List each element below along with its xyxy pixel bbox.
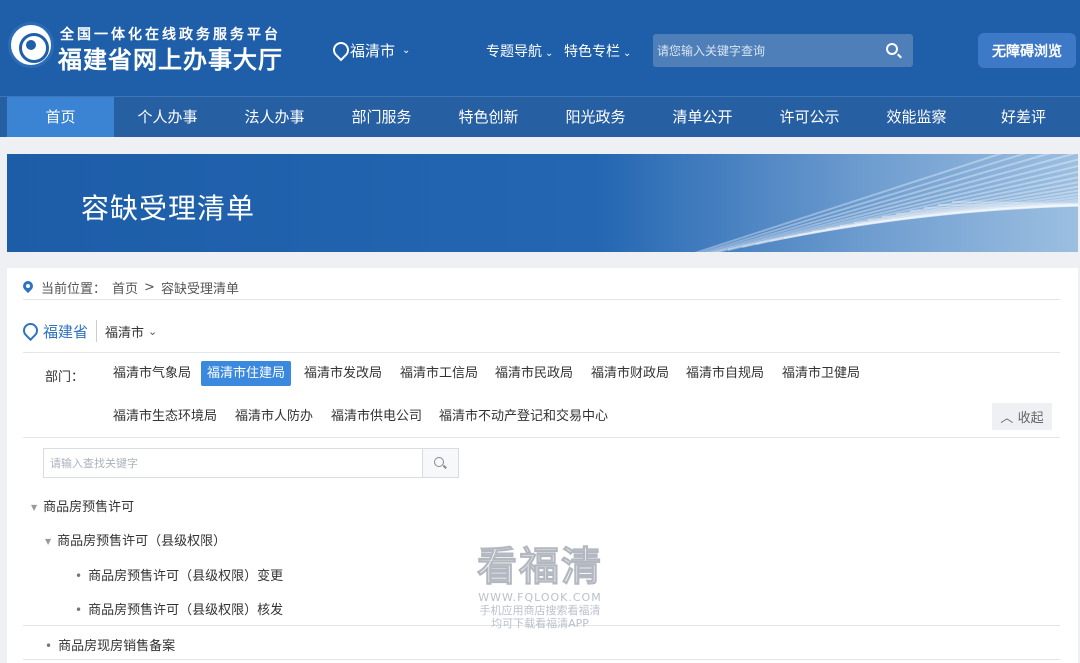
main-nav-item[interactable]: 效能监察 (863, 97, 970, 137)
bullet-icon: • (75, 603, 83, 617)
tree-item[interactable]: • 商品房预售许可（县级权限）核发 (75, 599, 283, 618)
header-search-button[interactable] (873, 34, 913, 67)
emblem-icon[interactable] (8, 22, 54, 68)
department-item[interactable]: 福清市自规局 (680, 361, 770, 386)
caret-down-icon: ▼ (31, 503, 38, 512)
chevron-down-icon: ⌄ (623, 48, 632, 59)
banner-decoration (638, 154, 1078, 252)
location-pin-icon (23, 281, 35, 295)
chevron-down-icon: ⌄ (402, 45, 411, 56)
site-title[interactable]: 福建省网上办事大厅 (58, 40, 283, 75)
divider (23, 659, 1060, 660)
watermark-line: 手机应用商店搜索看福清 (479, 604, 601, 617)
watermark-url: WWW.FQLOOK.COM (478, 591, 602, 604)
tree-item-label: 商品房预售许可（县级权限） (57, 534, 227, 549)
main-nav-item[interactable]: 许可公示 (756, 97, 863, 137)
main-nav-item[interactable]: 首页 (7, 97, 114, 137)
divider (23, 352, 1060, 353)
region-city[interactable]: 福清市 (105, 322, 144, 341)
main-nav-item[interactable]: 阳光政务 (542, 97, 649, 137)
chevron-down-icon[interactable]: ⌄ (148, 325, 157, 338)
location-pin-icon (332, 42, 346, 60)
main-nav-item[interactable]: 个人办事 (114, 97, 221, 137)
divider (23, 437, 1060, 438)
page-banner: 容缺受理清单 (7, 154, 1078, 252)
header-nav-feature[interactable]: 特色专栏 ⌄ (564, 41, 631, 61)
tree-item-label: 商品房预售许可（县级权限）变更 (88, 569, 284, 584)
header-nav-topic[interactable]: 专题导航 ⌄ (486, 41, 553, 61)
site-header: 全国一体化在线政务服务平台 福建省网上办事大厅 福清市 ⌄ 专题导航 ⌄ 特色专栏… (0, 0, 1080, 96)
tree-item-label: 商品房预售许可 (43, 500, 135, 515)
bullet-icon: • (45, 639, 53, 653)
main-nav-item[interactable]: 特色创新 (435, 97, 542, 137)
breadcrumb-home[interactable]: 首页 (112, 278, 138, 297)
region-selector: 福建省 福清市 ⌄ (23, 320, 157, 342)
department-item[interactable]: 福清市财政局 (585, 361, 675, 386)
department-item[interactable]: 福清市生态环境局 (107, 404, 223, 429)
location-selector[interactable]: 福清市 ⌄ (332, 40, 410, 61)
chevron-up-icon: ︿ (1000, 411, 1014, 426)
breadcrumb-label: 当前位置： (41, 282, 107, 297)
main-nav-item[interactable]: 清单公开 (649, 97, 756, 137)
tree-item[interactable]: • 商品房预售许可（县级权限）变更 (75, 565, 283, 584)
accessibility-button[interactable]: 无障碍浏览 (978, 33, 1076, 68)
tree-item-label: 商品房预售许可（县级权限）核发 (88, 603, 284, 618)
breadcrumb-current: 容缺受理清单 (160, 282, 239, 297)
bullet-icon: • (75, 569, 83, 583)
breadcrumb-sep: > (144, 280, 155, 295)
tree-item[interactable]: • 商品房现房销售备案 (45, 635, 175, 654)
watermark-line: 均可下载看福清APP (491, 617, 589, 630)
header-search-input[interactable] (653, 34, 875, 67)
divider (23, 299, 1060, 300)
keyword-search-input[interactable] (43, 448, 423, 478)
department-item[interactable]: 福清市工信局 (394, 361, 484, 386)
tree-item-label: 商品房现房销售备案 (58, 639, 176, 654)
department-item[interactable]: 福清市不动产登记和交易中心 (433, 404, 614, 429)
keyword-search-button[interactable] (423, 448, 459, 478)
collapse-button[interactable]: ︿ 收起 (992, 403, 1052, 430)
main-nav: 首页 个人办事 法人办事 部门服务 特色创新 阳光政务 清单公开 许可公示 效能监察 好差评 (0, 96, 1080, 137)
search-icon (886, 43, 898, 55)
caret-down-icon: ▼ (45, 537, 52, 546)
department-item[interactable]: 福清市人防办 (229, 404, 319, 429)
region-province[interactable]: 福建省 (43, 321, 88, 342)
department-item[interactable]: 福清市卫健局 (776, 361, 866, 386)
department-item[interactable]: 福清市供电公司 (325, 404, 428, 429)
search-icon (434, 457, 444, 467)
header-search (653, 34, 913, 67)
header-nav-label: 特色专栏 (564, 44, 620, 60)
main-nav-item[interactable]: 部门服务 (328, 97, 435, 137)
department-item[interactable]: 福清市民政局 (489, 361, 579, 386)
collapse-label: 收起 (1017, 411, 1044, 426)
department-item[interactable]: 福清市气象局 (107, 361, 197, 386)
tree-item[interactable]: ▼ 商品房预售许可（县级权限） (45, 530, 226, 549)
breadcrumb: 当前位置： 首页 > 容缺受理清单 (23, 278, 239, 297)
watermark: 看福清 WWW.FQLOOK.COM 手机应用商店搜索看福清 均可下载看福清AP… (470, 544, 610, 631)
department-label: 部门： (45, 370, 85, 385)
divider (96, 320, 98, 342)
chevron-down-icon: ⌄ (545, 48, 554, 59)
watermark-title: 看福清 (477, 544, 603, 590)
main-nav-item[interactable]: 好差评 (970, 97, 1077, 137)
location-label: 福清市 (350, 42, 396, 60)
location-pin-icon (23, 323, 37, 339)
main-nav-item[interactable]: 法人办事 (221, 97, 328, 137)
department-item[interactable]: 福清市住建局 (201, 361, 292, 386)
banner-title: 容缺受理清单 (81, 192, 256, 225)
header-nav-label: 专题导航 (486, 44, 542, 60)
tree-item[interactable]: ▼ 商品房预售许可 (31, 496, 134, 515)
department-item[interactable]: 福清市发改局 (298, 361, 388, 386)
